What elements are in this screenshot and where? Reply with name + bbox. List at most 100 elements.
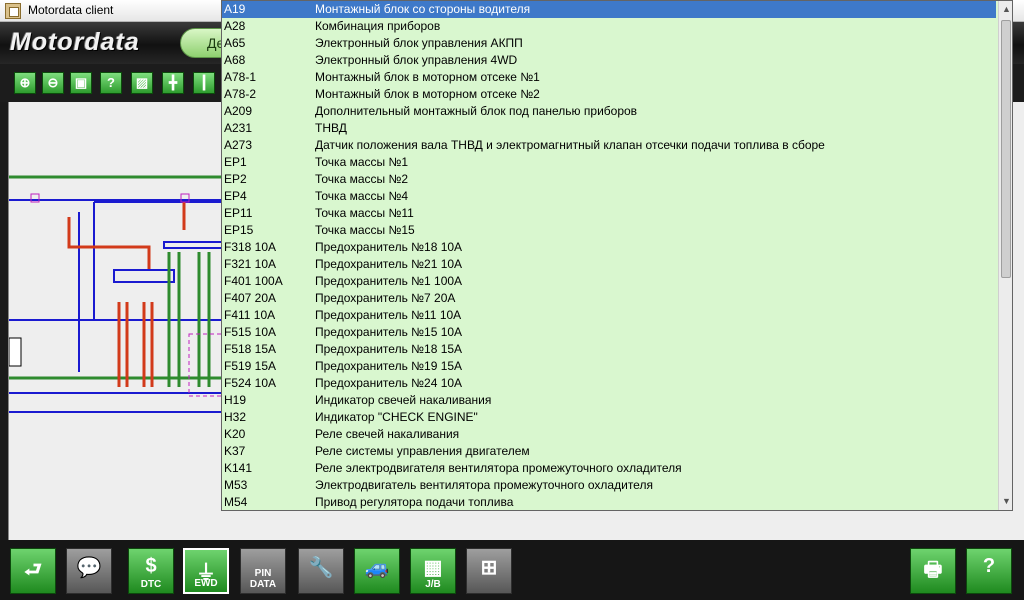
component-description: Дополнительный монтажный блок под панель… bbox=[315, 104, 638, 118]
component-description: Привод регулятора подачи топлива bbox=[315, 495, 514, 509]
list-item[interactable]: F407 20A Предохранитель №7 20A bbox=[222, 290, 996, 307]
connector-dashed bbox=[188, 333, 224, 397]
component-dropdown-list[interactable]: A19 Монтажный блок со стороны водителя A28… bbox=[221, 0, 1013, 511]
list-item[interactable]: EP2 Точка массы №2 bbox=[222, 171, 996, 188]
list-item[interactable]: A65 Электронный блок управления АКПП bbox=[222, 35, 996, 52]
repair-cost-button[interactable]: 🚙 bbox=[354, 548, 400, 594]
component-description: Предохранитель №18 15A bbox=[315, 342, 463, 356]
component-code: F515 10A bbox=[224, 325, 277, 339]
list-item[interactable]: M53 Электродвигатель вентилятора промежут… bbox=[222, 477, 996, 494]
list-item[interactable]: A231 ТНВД bbox=[222, 120, 996, 137]
component-description: Реле свечей накаливания bbox=[315, 427, 460, 441]
component-code: EP4 bbox=[224, 189, 247, 203]
split-v-icon: ┃ bbox=[200, 75, 208, 90]
component-code: F401 100A bbox=[224, 274, 283, 288]
dtc-button[interactable]: $ DTC bbox=[128, 548, 174, 594]
connector-button[interactable]: ⊞ bbox=[466, 548, 512, 594]
component-description: Точка массы №1 bbox=[315, 155, 409, 169]
list-item[interactable]: EP11 Точка массы №11 bbox=[222, 205, 996, 222]
component-code: A231 bbox=[224, 121, 253, 135]
list-item[interactable]: H32 Индикатор "CHECK ENGINE" bbox=[222, 409, 996, 426]
component-code: F524 10A bbox=[224, 376, 277, 390]
component-code: K141 bbox=[224, 461, 253, 475]
list-item[interactable]: A209 Дополнительный монтажный блок под па… bbox=[222, 103, 996, 120]
help-icon: ? bbox=[107, 75, 115, 90]
pin-data-button[interactable]: PIN DATA bbox=[240, 548, 286, 594]
list-item[interactable]: F515 10A Предохранитель №15 10A bbox=[222, 324, 996, 341]
list-item[interactable]: A273 Датчик положения вала ТНВД и электро… bbox=[222, 137, 996, 154]
motordata-logo: Motordata bbox=[10, 28, 140, 56]
component-description: Точка массы №15 bbox=[315, 223, 415, 237]
component-description: Предохранитель №1 100A bbox=[315, 274, 463, 288]
zoom-in-button[interactable]: ⊕ bbox=[14, 72, 36, 94]
manual-button[interactable]: ? bbox=[966, 548, 1012, 594]
list-item[interactable]: EP1 Точка массы №1 bbox=[222, 154, 996, 171]
component-description: Датчик положения вала ТНВД и электромагн… bbox=[315, 138, 825, 152]
ewd-button[interactable]: ⏚ EWD bbox=[183, 548, 229, 594]
dtc-icon: $ bbox=[145, 555, 157, 577]
component-description: Монтажный блок со стороны водителя bbox=[315, 2, 531, 16]
help-button[interactable]: ? bbox=[100, 72, 122, 94]
component-description: Электронный блок управления 4WD bbox=[315, 53, 518, 67]
list-scrollbar[interactable]: ▲ ▼ bbox=[998, 1, 1012, 510]
component-description: Электронный блок управления АКПП bbox=[315, 36, 523, 50]
component-description: Предохранитель №18 10A bbox=[315, 240, 463, 254]
jb-icon: ▦ bbox=[423, 557, 443, 579]
list-item[interactable]: A19 Монтажный блок со стороны водителя bbox=[222, 1, 996, 18]
component-code: A28 bbox=[224, 19, 246, 33]
messages-icon: 💬 bbox=[76, 557, 102, 579]
list-item[interactable]: F318 10A Предохранитель №18 10A bbox=[222, 239, 996, 256]
scroll-down-arrow-icon[interactable]: ▼ bbox=[999, 493, 1012, 510]
list-item[interactable]: A68 Электронный блок управления 4WD bbox=[222, 52, 996, 69]
split-v-button[interactable]: ┃ bbox=[193, 72, 215, 94]
jb-button[interactable]: ▦ J/B bbox=[410, 548, 456, 594]
component-description: Реле системы управления двигателем bbox=[315, 444, 530, 458]
list-item[interactable]: F518 15A Предохранитель №18 15A bbox=[222, 341, 996, 358]
list-item[interactable]: F321 10A Предохранитель №21 10A bbox=[222, 256, 996, 273]
wire-red-bundle bbox=[117, 302, 154, 387]
component-code: F519 15A bbox=[224, 359, 277, 373]
tools-button[interactable]: 🔧 bbox=[298, 548, 344, 594]
zoom-out-button[interactable]: ⊖ bbox=[42, 72, 64, 94]
component-description: Предохранитель №7 20A bbox=[315, 291, 456, 305]
list-item[interactable]: F519 15A Предохранитель №19 15A bbox=[222, 358, 996, 375]
connector-icon: ⊞ bbox=[480, 557, 498, 579]
component-description: ТНВД bbox=[315, 121, 347, 135]
list-item[interactable]: EP15 Точка массы №15 bbox=[222, 222, 996, 239]
scrollbar-thumb[interactable] bbox=[1001, 20, 1011, 278]
relay-block bbox=[113, 269, 175, 283]
list-item[interactable]: K37 Реле системы управления двигателем bbox=[222, 443, 996, 460]
print-button[interactable]: 🖶 bbox=[910, 548, 956, 594]
component-code: H19 bbox=[224, 393, 247, 407]
list-item[interactable]: A28 Комбинация приборов bbox=[222, 18, 996, 35]
component-code: F318 10A bbox=[224, 240, 277, 254]
component-code: EP1 bbox=[224, 155, 247, 169]
scroll-up-arrow-icon[interactable]: ▲ bbox=[999, 1, 1012, 18]
list-item[interactable]: K141 Реле электродвигателя вентилятора пр… bbox=[222, 460, 996, 477]
component-code: M54 bbox=[224, 495, 248, 509]
fit-button[interactable]: ▣ bbox=[70, 72, 92, 94]
list-item[interactable]: H19 Индикатор свечей накаливания bbox=[222, 392, 996, 409]
list-item[interactable]: F524 10A Предохранитель №24 10A bbox=[222, 375, 996, 392]
tools-icon: 🔧 bbox=[308, 557, 334, 579]
list-item[interactable]: F411 10A Предохранитель №11 10A bbox=[222, 307, 996, 324]
component-code: A78-2 bbox=[224, 87, 257, 101]
list-item[interactable]: M54 Привод регулятора подачи топлива bbox=[222, 494, 996, 510]
component-symbol bbox=[9, 337, 22, 367]
component-code: A19 bbox=[224, 2, 246, 16]
component-description: Предохранитель №11 10A bbox=[315, 308, 462, 322]
list-item[interactable]: A78-1 Монтажный блок в моторном отсеке №1 bbox=[222, 69, 996, 86]
back-button[interactable]: ⮐ bbox=[10, 548, 56, 594]
color-button[interactable]: ▨ bbox=[131, 72, 153, 94]
window-title: Motordata client bbox=[28, 3, 114, 17]
list-item[interactable]: EP4 Точка массы №4 bbox=[222, 188, 996, 205]
list-item[interactable]: K20 Реле свечей накаливания bbox=[222, 426, 996, 443]
messages-button[interactable]: 💬 bbox=[66, 548, 112, 594]
list-item[interactable]: F401 100A Предохранитель №1 100A bbox=[222, 273, 996, 290]
split-h-icon: ╋ bbox=[169, 75, 177, 90]
component-code: K20 bbox=[224, 427, 246, 441]
split-h-button[interactable]: ╋ bbox=[162, 72, 184, 94]
button-label: DTC bbox=[140, 579, 162, 590]
connector-block bbox=[163, 241, 225, 249]
list-item[interactable]: A78-2 Монтажный блок в моторном отсеке №2 bbox=[222, 86, 996, 103]
